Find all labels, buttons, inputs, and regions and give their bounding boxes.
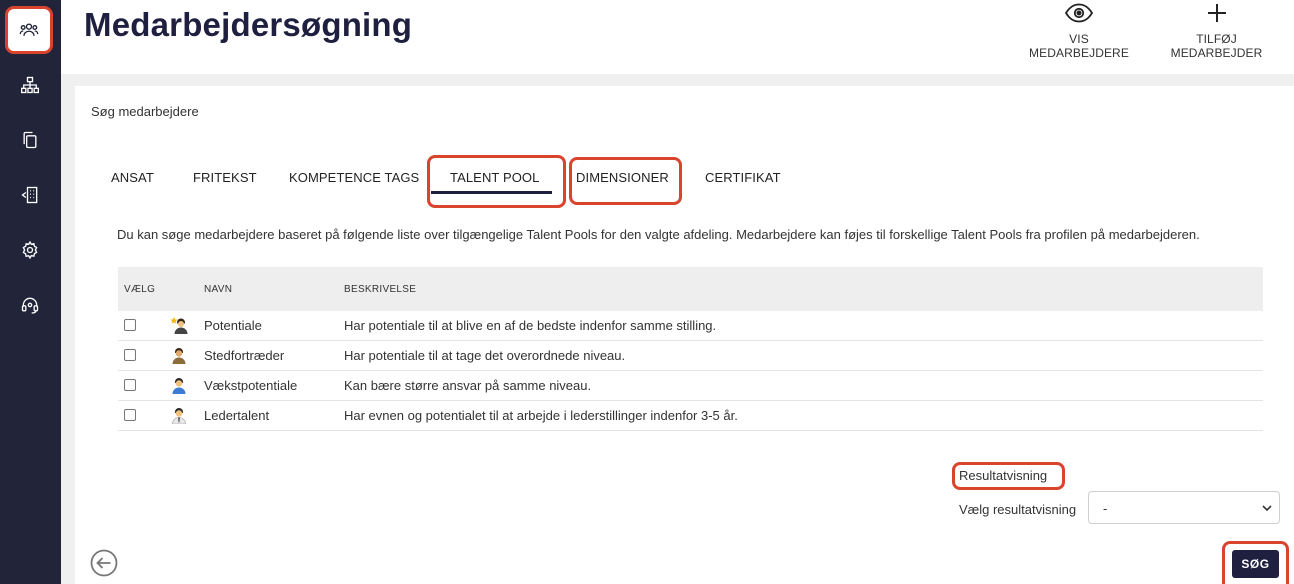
table-header: VÆLG NAVN BESKRIVELSE [118, 267, 1263, 311]
sidebar [0, 0, 61, 584]
sidebar-item-settings[interactable] [9, 229, 51, 271]
tab-certifikat[interactable]: CERTIFIKAT [705, 170, 781, 185]
headset-icon [21, 297, 39, 314]
result-view-select-label: Vælg resultatvisning [959, 502, 1077, 517]
person-icon [172, 348, 186, 364]
search-button[interactable]: SØG [1232, 550, 1279, 578]
table-row: Vækstpotentiale Kan bære større ansvar p… [118, 371, 1263, 401]
building-icon [21, 186, 38, 204]
row-name: Vækstpotentiale [204, 378, 298, 393]
row-name: Potentiale [204, 318, 262, 333]
result-view-heading: Resultatvisning [959, 468, 1048, 483]
sidebar-item-documents[interactable] [9, 119, 51, 161]
person-tie-icon [172, 408, 186, 424]
talent-pool-description: Du kan søge medarbejdere baseret på følg… [117, 227, 1200, 242]
page-header: Medarbejdersøgning VIS MEDARBEJDERE TILF… [61, 0, 1294, 74]
view-employees-label: VIS MEDARBEJDERE [1029, 32, 1129, 60]
row-checkbox[interactable] [124, 349, 136, 361]
talent-pool-table: VÆLG NAVN BESKRIVELSE Potentiale Har pot… [118, 267, 1263, 431]
gear-icon [22, 240, 38, 260]
add-employee-label: TILFØJ MEDARBEJDER [1170, 32, 1263, 60]
sidebar-item-organisation[interactable] [9, 64, 51, 106]
page-title: Medarbejdersøgning [84, 6, 413, 43]
back-arrow-icon[interactable] [90, 549, 118, 577]
person-blue-icon [172, 378, 186, 394]
tab-talent-pool[interactable]: TALENT POOL [450, 170, 539, 185]
table-row: Stedfortræder Har potentiale til at tage… [118, 341, 1263, 371]
sidebar-item-departments[interactable] [9, 174, 51, 216]
column-header-description: BESKRIVELSE [344, 284, 417, 295]
result-view-select[interactable]: - [1088, 491, 1280, 524]
row-name: Stedfortræder [204, 348, 285, 363]
add-employee-button[interactable]: TILFØJ MEDARBEJDER [1149, 2, 1284, 60]
row-description: Kan bære større ansvar på samme niveau. [344, 378, 592, 393]
star-person-icon [170, 317, 188, 334]
search-panel-label: Søg medarbejdere [91, 104, 199, 119]
copy-icon [23, 131, 37, 149]
tab-kompetence-tags[interactable]: KOMPETENCE TAGS [289, 170, 419, 185]
org-chart-icon [21, 76, 39, 94]
row-checkbox[interactable] [124, 379, 136, 391]
result-view-select-value: - [1103, 501, 1108, 516]
sidebar-item-employees[interactable] [5, 6, 53, 54]
view-employees-button[interactable]: VIS MEDARBEJDERE [1019, 2, 1139, 60]
row-description: Har potentiale til at blive en af de bed… [344, 318, 717, 333]
users-icon [19, 23, 39, 36]
column-header-name: NAVN [204, 284, 233, 295]
row-name: Ledertalent [204, 408, 270, 423]
tab-fritekst[interactable]: FRITEKST [193, 170, 257, 185]
row-description: Har potentiale til at tage det overordne… [344, 348, 626, 363]
tab-ansat[interactable]: ANSAT [111, 170, 154, 185]
search-panel: Søg medarbejdere ANSAT FRITEKST KOMPETEN… [75, 86, 1294, 584]
chevron-down-icon [1262, 505, 1272, 512]
row-checkbox[interactable] [124, 409, 136, 421]
tab-dimensioner[interactable]: DIMENSIONER [576, 170, 669, 185]
plus-icon [1207, 4, 1226, 22]
eye-icon [1064, 3, 1094, 23]
active-tab-indicator [431, 191, 552, 194]
row-description: Har evnen og potentialet til at arbejde … [344, 408, 738, 423]
row-checkbox[interactable] [124, 319, 136, 331]
table-row: Potentiale Har potentiale til at blive e… [118, 311, 1263, 341]
sidebar-item-support[interactable] [9, 284, 51, 326]
table-row: Ledertalent Har evnen og potentialet til… [118, 401, 1263, 431]
column-header-select: VÆLG [124, 284, 156, 295]
